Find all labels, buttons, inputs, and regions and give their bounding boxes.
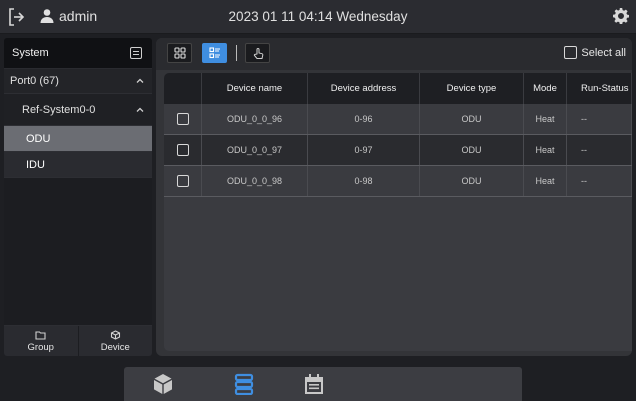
cell-device-type: ODU [420,135,524,165]
cell-device-address: 0-96 [308,104,420,134]
top-bar: admin 2023 01 11 04:14 Wednesday [0,0,636,34]
row-checkbox-cell [164,166,202,196]
cell-run-status: -- [567,166,632,196]
cell-device-type: ODU [420,166,524,196]
grid-view-button[interactable] [167,43,192,63]
cell-mode: Heat [524,166,567,196]
table-row[interactable]: ODU_0_0_96 0-96 ODU Heat -- [164,104,632,135]
grid-icon [173,47,186,59]
tree-port-item[interactable]: Port0 (67) [4,69,152,94]
tree-item-label: ODU [26,132,51,145]
username: admin [59,8,98,24]
view-toolbar: Select all [156,38,632,70]
group-button[interactable]: Group [4,326,78,356]
header-checkbox-column [164,73,202,104]
header-run-status[interactable]: Run-Status [567,73,632,104]
header-device-address[interactable]: Device address [308,73,420,104]
cell-run-status: -- [567,104,632,134]
touch-icon [253,47,263,59]
header-device-name[interactable]: Device name [202,73,308,104]
cell-device-type: ODU [420,104,524,134]
cell-run-status: -- [567,135,632,165]
row-checkbox[interactable] [176,113,189,125]
cell-device-name: ODU_0_0_97 [202,135,308,165]
row-checkbox[interactable] [176,144,189,156]
select-all-label: Select all [581,46,626,59]
logout-icon[interactable] [7,7,25,27]
device-list-panel: Select all Device name Device address De… [156,38,632,356]
row-checkbox-cell [164,135,202,165]
header-mode[interactable]: Mode [524,73,567,104]
chevron-up-icon[interactable] [136,77,144,85]
device-list-nav-icon[interactable] [234,373,254,395]
group-label: Group [27,341,54,353]
tree-item-label: IDU [26,158,45,171]
table-row[interactable]: ODU_0_0_98 0-98 ODU Heat -- [164,166,632,197]
device-button[interactable]: Device [77,326,152,356]
device-icon [110,329,120,340]
select-all-toggle[interactable]: Select all [564,46,626,59]
bottom-navigation [124,367,522,401]
table-row[interactable]: ODU_0_0_97 0-97 ODU Heat -- [164,135,632,166]
cube-icon[interactable] [153,373,173,395]
device-label: Device [100,341,130,353]
tree-ref-system-item[interactable]: Ref-System0-0 [4,94,152,126]
cell-mode: Heat [524,135,567,165]
tree-item-idu[interactable]: IDU [4,152,152,178]
cell-device-address: 0-98 [308,166,420,196]
system-menu-icon[interactable] [130,47,142,59]
touch-select-button[interactable] [245,43,270,63]
folder-icon [35,330,46,340]
select-all-checkbox[interactable] [564,46,578,59]
device-tree-panel: System Port0 (67) Ref-System0-0 ODU IDU … [4,38,152,356]
chevron-up-icon[interactable] [136,106,144,114]
tree-item-odu[interactable]: ODU [4,126,152,152]
list-view-button[interactable] [202,43,227,63]
system-title: System [12,47,49,59]
system-header[interactable]: System [4,38,152,69]
calendar-icon[interactable] [304,373,324,395]
table-header: Device name Device address Device type M… [164,73,632,104]
user-info[interactable]: admin [40,8,97,24]
list-icon [208,47,220,59]
cell-device-name: ODU_0_0_96 [202,104,308,134]
row-checkbox-cell [164,104,202,134]
header-device-type[interactable]: Device type [420,73,524,104]
toolbar-divider [236,45,237,61]
user-icon [40,9,54,23]
cell-mode: Heat [524,104,567,134]
row-checkbox[interactable] [176,175,189,187]
cell-device-address: 0-97 [308,135,420,165]
cell-device-name: ODU_0_0_98 [202,166,308,196]
sidebar-bottom-bar: Group Device [4,325,152,356]
port-label: Port0 (67) [10,75,59,87]
gear-icon[interactable] [613,8,629,24]
device-table: Device name Device address Device type M… [164,73,632,351]
ref-system-label: Ref-System0-0 [22,103,96,116]
